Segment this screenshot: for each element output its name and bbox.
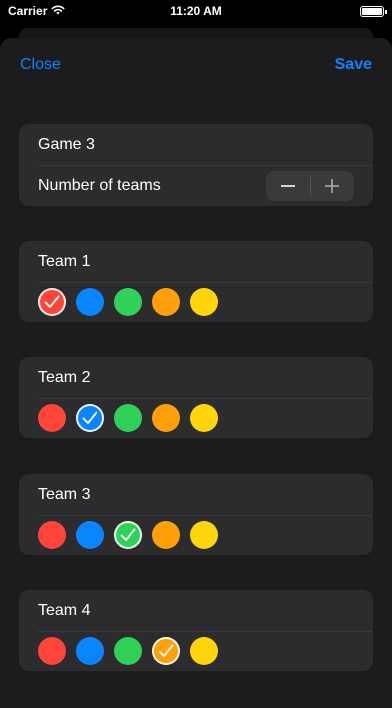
color-swatch-green[interactable] <box>114 288 142 316</box>
edit-game-sheet: Close Save Game 3 Number of teams Team 1… <box>0 38 392 708</box>
increment-button[interactable] <box>311 171 355 201</box>
plus-icon <box>325 179 340 193</box>
color-swatch-orange[interactable] <box>152 637 180 665</box>
save-button[interactable]: Save <box>335 56 372 74</box>
game-name: Game 3 <box>38 135 95 153</box>
team-name: Team 4 <box>38 601 91 619</box>
decrement-button[interactable] <box>266 171 310 201</box>
color-swatch-yellow[interactable] <box>190 288 218 316</box>
color-swatch-green[interactable] <box>114 637 142 665</box>
color-swatch-green[interactable] <box>114 404 142 432</box>
number-of-teams-row: Number of teams <box>19 165 373 206</box>
teams-stepper <box>266 171 354 201</box>
color-swatch-red[interactable] <box>38 404 66 432</box>
color-swatch-blue[interactable] <box>76 404 104 432</box>
color-swatch-red[interactable] <box>38 288 66 316</box>
game-settings-card: Game 3 Number of teams <box>19 124 373 206</box>
wifi-icon <box>51 4 65 18</box>
nav-bar: Close Save <box>0 52 392 78</box>
color-picker-row <box>19 398 373 438</box>
color-swatch-yellow[interactable] <box>190 521 218 549</box>
team-name-row[interactable]: Team 1 <box>19 241 373 282</box>
color-swatch-red[interactable] <box>38 521 66 549</box>
color-swatch-yellow[interactable] <box>190 404 218 432</box>
color-swatch-orange[interactable] <box>152 288 180 316</box>
status-left: Carrier <box>8 4 65 18</box>
team-name: Team 3 <box>38 485 91 503</box>
color-picker-row <box>19 631 373 671</box>
team-name-row[interactable]: Team 2 <box>19 357 373 398</box>
color-swatch-red[interactable] <box>38 637 66 665</box>
team-name: Team 1 <box>38 252 91 270</box>
battery-icon <box>360 5 387 17</box>
checkmark-icon <box>158 644 174 657</box>
status-bar: Carrier 11:20 AM <box>0 0 392 22</box>
color-picker-row <box>19 515 373 555</box>
color-swatch-blue[interactable] <box>76 288 104 316</box>
team-name-row[interactable]: Team 3 <box>19 474 373 515</box>
team-card: Team 1 <box>19 241 373 322</box>
minus-icon <box>280 185 295 187</box>
team-card: Team 4 <box>19 590 373 671</box>
color-swatch-green[interactable] <box>114 521 142 549</box>
color-swatch-yellow[interactable] <box>190 637 218 665</box>
color-swatch-blue[interactable] <box>76 637 104 665</box>
color-swatch-orange[interactable] <box>152 404 180 432</box>
team-card: Team 2 <box>19 357 373 438</box>
team-name: Team 2 <box>38 368 91 386</box>
team-name-row[interactable]: Team 4 <box>19 590 373 631</box>
checkmark-icon <box>82 411 98 424</box>
number-of-teams-label: Number of teams <box>38 176 161 194</box>
status-right <box>314 5 387 17</box>
game-name-row[interactable]: Game 3 <box>19 124 373 165</box>
checkmark-icon <box>120 528 136 541</box>
color-swatch-orange[interactable] <box>152 521 180 549</box>
checkmark-icon <box>44 295 60 308</box>
team-card: Team 3 <box>19 474 373 555</box>
color-picker-row <box>19 282 373 322</box>
carrier-label: Carrier <box>8 4 48 18</box>
close-button[interactable]: Close <box>20 56 61 74</box>
color-swatch-blue[interactable] <box>76 521 104 549</box>
